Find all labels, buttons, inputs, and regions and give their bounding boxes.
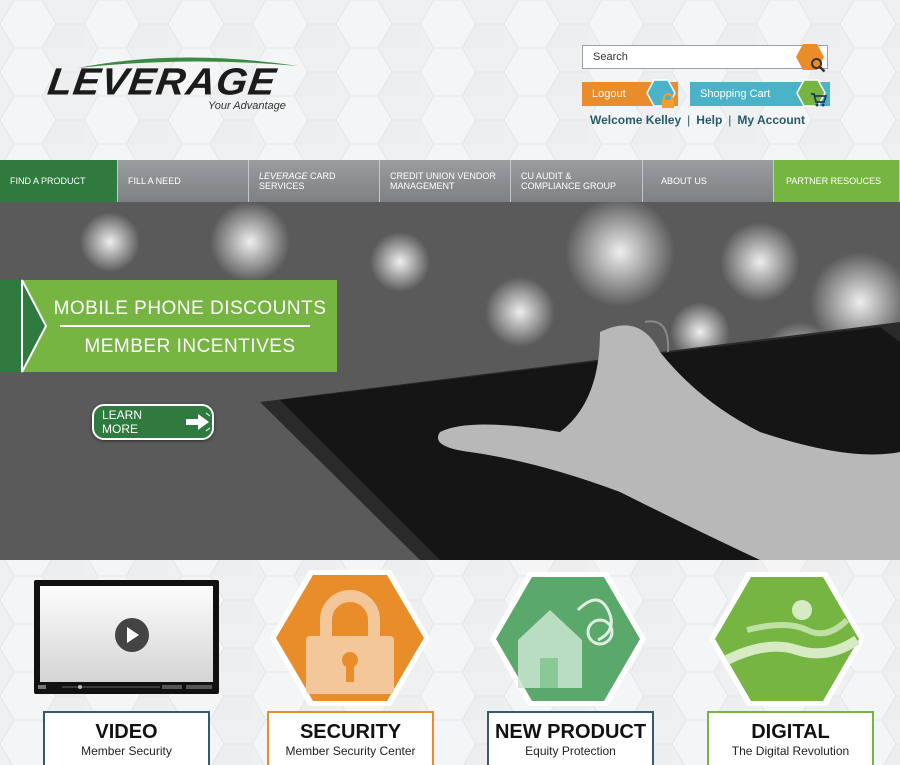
nav-label: CREDIT UNION VENDOR MANAGEMENT	[390, 171, 496, 191]
nav-partner-resources[interactable]: PARTNER RESOUCES	[774, 160, 900, 202]
search-input[interactable]	[583, 46, 783, 68]
link-separator: |	[687, 113, 691, 127]
nav-label: PARTNER RESOUCES	[786, 176, 882, 186]
hero-banner: MOBILE PHONE DISCOUNTS MEMBER INCENTIVES…	[0, 202, 900, 560]
promo-banner: MOBILE PHONE DISCOUNTS MEMBER INCENTIVES	[0, 278, 337, 374]
tile-title: VIDEO	[95, 721, 158, 743]
tile-title: NEW PRODUCT	[494, 721, 647, 743]
arrow-right-icon	[184, 411, 212, 433]
logout-lock-badge	[646, 79, 676, 108]
video-screen	[40, 586, 213, 682]
search-box	[582, 43, 828, 73]
nav-label-brand: LEVERAGE	[259, 171, 308, 181]
promo-divider	[60, 325, 310, 327]
hero-photo	[0, 202, 900, 560]
tile-video[interactable]: VIDEO Member Security	[43, 711, 210, 765]
promo-line-2: MEMBER INCENTIVES	[84, 336, 296, 357]
logout-label: Logout	[592, 88, 626, 100]
security-hex-image[interactable]	[268, 568, 432, 708]
nav-label: CU AUDIT & COMPLIANCE GROUP	[521, 171, 617, 191]
leverage-logo[interactable]: LEVERAGE Your Advantage	[45, 52, 310, 118]
search-button[interactable]	[795, 43, 826, 73]
tile-title: SECURITY	[299, 721, 402, 743]
cart-label: Shopping Cart	[700, 88, 771, 100]
video-thumbnail[interactable]	[34, 580, 219, 694]
play-icon[interactable]	[115, 618, 149, 652]
cart-badge	[796, 79, 827, 107]
nav-leverage-card-services[interactable]: LEVERAGE CARD SERVICES	[249, 160, 380, 202]
learn-more-button[interactable]: LEARN MORE	[92, 404, 214, 440]
nav-label: FIND A PRODUCT	[10, 176, 86, 186]
tile-subtitle: Equity Protection	[525, 744, 616, 758]
nav-label: LEVERAGE CARD SERVICES	[259, 171, 379, 191]
main-nav: FIND A PRODUCT FILL A NEED LEVERAGE CARD…	[0, 160, 900, 202]
nav-vendor-management[interactable]: CREDIT UNION VENDOR MANAGEMENT	[380, 160, 511, 202]
video-controls[interactable]	[38, 683, 215, 691]
tile-subtitle: Member Security Center	[285, 744, 416, 758]
new-product-hex-image[interactable]	[488, 570, 648, 708]
tile-title: DIGITAL	[751, 721, 830, 743]
learn-more-label: LEARN MORE	[102, 408, 143, 436]
tile-digital[interactable]: DIGITAL The Digital Revolution	[707, 711, 874, 765]
promo-line-1: MOBILE PHONE DISCOUNTS	[53, 298, 327, 319]
tile-security[interactable]: SECURITY Member Security Center	[267, 711, 434, 765]
my-account-link[interactable]: My Account	[737, 113, 805, 127]
logo-tagline: Your Advantage	[208, 100, 286, 112]
tile-subtitle: The Digital Revolution	[731, 744, 850, 758]
nav-find-a-product[interactable]: FIND A PRODUCT	[0, 160, 118, 202]
link-separator: |	[728, 113, 732, 127]
welcome-link[interactable]: Welcome Kelley	[590, 113, 681, 127]
nav-audit-compliance[interactable]: CU AUDIT & COMPLIANCE GROUP	[511, 160, 643, 202]
logout-button[interactable]: Logout	[582, 79, 678, 108]
tile-new-product[interactable]: NEW PRODUCT Equity Protection	[487, 711, 654, 765]
shopping-cart-button[interactable]: Shopping Cart	[690, 79, 830, 107]
help-link[interactable]: Help	[696, 113, 722, 127]
tile-subtitle: Member Security	[81, 744, 172, 758]
logo-wordmark: LEVERAGE	[45, 61, 280, 103]
digital-hex-image[interactable]	[707, 570, 867, 708]
nav-label: FILL A NEED	[128, 176, 181, 186]
nav-about-us[interactable]: ABOUT US	[643, 160, 774, 202]
nav-label: ABOUT US	[661, 176, 707, 186]
account-links: Welcome Kelley | Help | My Account	[590, 113, 805, 127]
nav-fill-a-need[interactable]: FILL A NEED	[118, 160, 249, 202]
